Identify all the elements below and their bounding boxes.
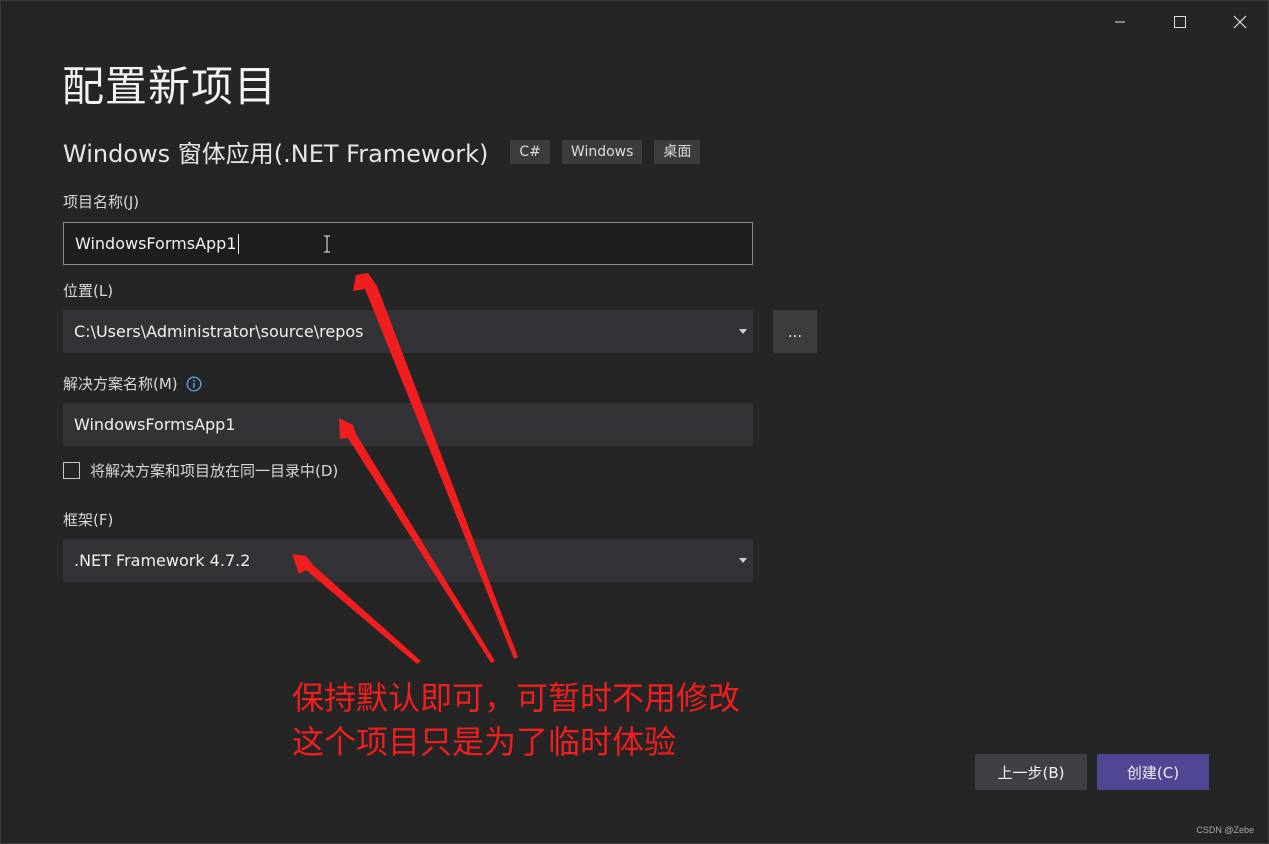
location-label: 位置(L) xyxy=(63,282,114,300)
solution-name-label-row: 解决方案名称(M) xyxy=(63,373,202,394)
info-icon[interactable] xyxy=(186,376,202,392)
watermark: CSDN @Zebe xyxy=(1196,825,1254,835)
solution-name-input[interactable]: WindowsFormsApp1 xyxy=(63,403,753,446)
text-caret xyxy=(237,233,239,254)
close-button[interactable] xyxy=(1217,7,1263,37)
project-name-label: 项目名称(J) xyxy=(63,193,140,211)
template-info: Windows 窗体应用(.NET Framework) C# Windows … xyxy=(63,134,712,169)
chevron-down-icon xyxy=(739,557,747,563)
framework-label: 框架(F) xyxy=(63,511,114,529)
annotation-line-1: 保持默认即可，可暂时不用修改 xyxy=(292,679,741,717)
tag-language: C# xyxy=(510,139,550,164)
browse-button[interactable]: ... xyxy=(773,310,817,353)
dialog-window: 配置新项目 Windows 窗体应用(.NET Framework) C# Wi… xyxy=(0,0,1269,844)
close-icon xyxy=(1233,15,1247,29)
minimize-icon xyxy=(1115,21,1125,23)
project-name-input[interactable]: WindowsFormsApp1 xyxy=(63,222,753,265)
annotation-line-2: 这个项目只是为了临时体验 xyxy=(292,723,677,761)
chevron-down-icon xyxy=(739,328,747,334)
solution-name-value: WindowsFormsApp1 xyxy=(74,415,236,434)
page-title: 配置新项目 xyxy=(62,62,278,111)
maximize-button[interactable] xyxy=(1157,7,1203,37)
annotation-text: 保持默认即可，可暂时不用修改 这个项目只是为了临时体验 xyxy=(292,676,740,764)
tag-platform: Windows xyxy=(561,139,643,164)
ibeam-cursor-icon xyxy=(324,235,330,253)
same-directory-checkbox[interactable] xyxy=(63,462,80,479)
maximize-icon xyxy=(1174,16,1186,28)
same-directory-option[interactable]: 将解决方案和项目放在同一目录中(D) xyxy=(63,460,338,481)
project-name-value: WindowsFormsApp1 xyxy=(75,234,237,253)
framework-dropdown[interactable]: .NET Framework 4.7.2 xyxy=(63,539,753,582)
back-button[interactable]: 上一步(B) xyxy=(975,754,1087,790)
location-dropdown[interactable]: C:\Users\Administrator\source\repos xyxy=(63,310,753,353)
template-name: Windows 窗体应用(.NET Framework) xyxy=(63,140,489,168)
tag-project-type: 桌面 xyxy=(654,139,701,164)
create-button[interactable]: 创建(C) xyxy=(1097,754,1209,790)
location-value: C:\Users\Administrator\source\repos xyxy=(74,322,364,341)
framework-value: .NET Framework 4.7.2 xyxy=(74,551,251,570)
minimize-button[interactable] xyxy=(1097,7,1143,37)
same-directory-label: 将解决方案和项目放在同一目录中(D) xyxy=(90,462,339,480)
solution-name-label: 解决方案名称(M) xyxy=(63,375,178,393)
